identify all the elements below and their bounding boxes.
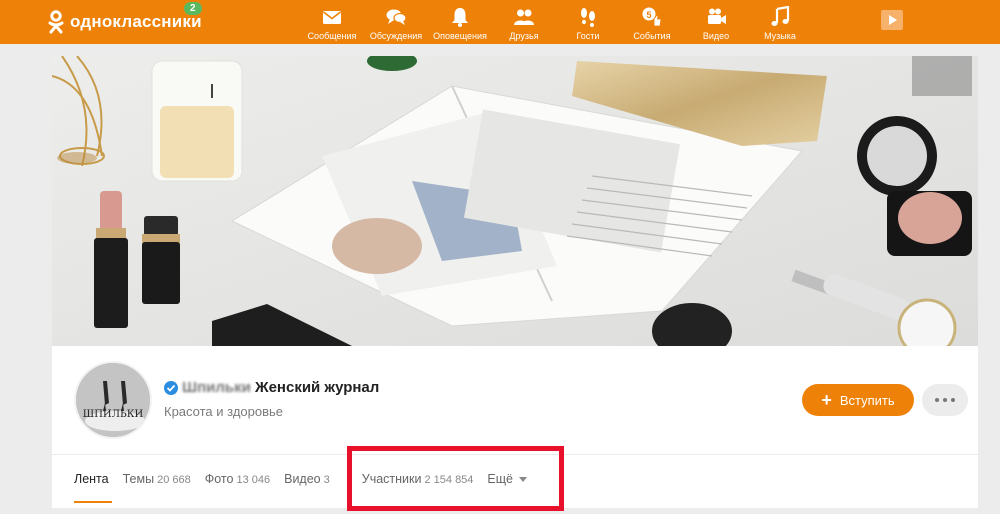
music-note-icon — [771, 6, 790, 26]
nav-discussions[interactable]: Обсуждения — [364, 0, 428, 44]
group-header: ШПИЛЬКИ Шпильки Женский журнал Красота и… — [52, 346, 978, 454]
group-title[interactable]: Шпильки Женский журнал — [182, 379, 379, 396]
cover-photo — [52, 56, 978, 346]
nav-guests[interactable]: Гости — [556, 0, 620, 44]
tab-photos[interactable]: Фото 13 046 — [205, 472, 270, 486]
chat-bubbles-icon — [386, 9, 407, 25]
nav-notifications[interactable]: Оповещения — [428, 0, 492, 44]
avatar-label: ШПИЛЬКИ — [82, 409, 144, 420]
video-camera-icon — [708, 8, 726, 24]
tab-label: Видео — [284, 472, 321, 486]
logo-text: одноклассники — [70, 12, 202, 31]
nav-label: Гости — [576, 31, 600, 41]
verified-check-icon — [164, 381, 178, 395]
tab-count: 3 — [323, 474, 330, 486]
nav-label: Видео — [702, 31, 730, 41]
group-title-hidden: Шпильки — [182, 379, 251, 396]
play-icon — [889, 15, 897, 25]
logo[interactable]: одноклассники — [48, 10, 202, 34]
group-category[interactable]: Красота и здоровье — [164, 404, 283, 419]
svg-text:5: 5 — [646, 10, 651, 20]
notification-badge: 2 — [184, 2, 202, 15]
nav-messages[interactable]: Сообщения — [300, 0, 364, 44]
plus-icon: + — [821, 390, 832, 410]
nav-label: События — [633, 31, 671, 41]
video-play-button[interactable] — [881, 10, 903, 30]
tab-label: Лента — [74, 472, 109, 486]
nav-label: Обсуждения — [369, 31, 423, 41]
nav-music[interactable]: Музыка — [748, 0, 812, 44]
top-bar: одноклассники 2 Сообщения Обсуждения Опо… — [0, 0, 1000, 44]
tab-topics[interactable]: Темы 20 668 — [123, 472, 191, 486]
tab-feed[interactable]: Лента — [74, 472, 109, 486]
tab-count: 20 668 — [157, 474, 191, 486]
group-avatar[interactable]: ШПИЛЬКИ — [74, 361, 152, 439]
group-title-text: Женский журнал — [255, 379, 380, 396]
nav-label: Сообщения — [307, 31, 357, 41]
high-heels-icon — [76, 363, 150, 437]
join-button[interactable]: + Вступить — [802, 384, 914, 416]
tab-label: Темы — [122, 472, 155, 486]
nav-video[interactable]: Видео — [684, 0, 748, 44]
join-button-label: Вступить — [839, 392, 895, 408]
ok-logo-icon — [48, 10, 64, 34]
tab-count: 13 046 — [236, 474, 271, 486]
nav-label: Друзья — [509, 31, 539, 41]
highlight-annotation — [347, 446, 564, 511]
more-options-button[interactable] — [922, 384, 968, 416]
thumbs-up-five-icon: 5 — [642, 7, 662, 27]
bell-icon — [452, 8, 468, 27]
nav-label: Музыка — [764, 31, 796, 41]
ellipsis-icon — [935, 398, 939, 402]
main-nav: Сообщения Обсуждения Оповещения Друзья Г… — [300, 0, 812, 44]
tab-video[interactable]: Видео 3 — [284, 472, 330, 486]
envelope-icon — [323, 11, 341, 24]
footprints-icon — [581, 8, 595, 27]
active-tab-indicator — [74, 501, 112, 503]
group-card: ШПИЛЬКИ Шпильки Женский журнал Красота и… — [52, 56, 978, 508]
nav-friends[interactable]: Друзья — [492, 0, 556, 44]
nav-events[interactable]: 5 События — [620, 0, 684, 44]
tab-label: Фото — [204, 472, 234, 486]
nav-label: Оповещения — [433, 31, 487, 41]
friends-icon — [514, 9, 534, 25]
